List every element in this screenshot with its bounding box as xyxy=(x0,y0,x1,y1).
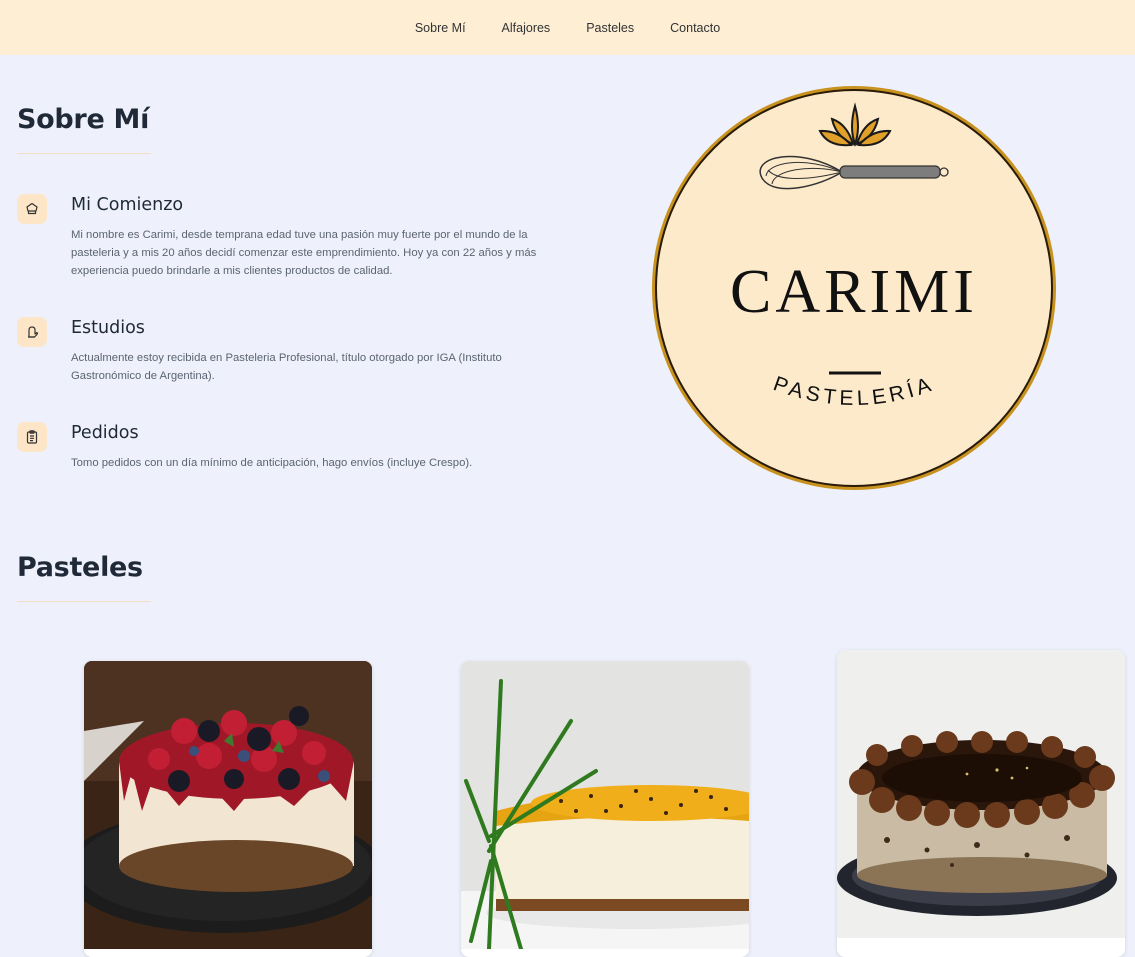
feature-title: Pedidos xyxy=(71,423,139,443)
feature-mi-comienzo: Mi Comienzo Mi nombre es Carimi, desde t… xyxy=(17,194,587,294)
passionfruit-cheesecake-image xyxy=(461,661,749,949)
nav-link-pasteles[interactable]: Pasteles xyxy=(586,21,634,35)
oven-mitt-icon xyxy=(17,317,47,347)
logo-name: CARIMI xyxy=(730,258,978,326)
top-navbar: Sobre Mí Alfajores Pasteles Contacto xyxy=(0,0,1135,55)
cakes-title-underline xyxy=(17,601,151,602)
feature-estudios: Estudios Actualmente estoy recibida en P… xyxy=(17,317,587,397)
nav-link-sobre-mi[interactable]: Sobre Mí xyxy=(415,21,466,35)
feature-pedidos: Pedidos Tomo pedidos con un día mínimo d… xyxy=(17,422,587,482)
feature-description: Actualmente estoy recibida en Pasteleria… xyxy=(71,352,502,382)
about-section-title: Sobre Mí xyxy=(17,104,150,135)
feature-title: Mi Comienzo xyxy=(71,195,184,215)
cake-card[interactable] xyxy=(461,661,749,957)
clipboard-list-icon xyxy=(17,422,47,452)
cake-card[interactable] xyxy=(84,661,372,957)
chocolate-cake-image xyxy=(837,650,1125,938)
feature-title: Estudios xyxy=(71,318,145,338)
cakes-section-title: Pasteles xyxy=(17,552,143,583)
chef-hat-icon xyxy=(17,194,47,224)
carimi-logo: CARIMI PASTELERÍA xyxy=(650,84,1058,492)
berry-cheesecake-image xyxy=(84,661,372,949)
feature-description: Tomo pedidos con un día mínimo de antici… xyxy=(71,457,473,469)
nav-link-contacto[interactable]: Contacto xyxy=(670,21,720,35)
feature-description: Mi nombre es Carimi, desde temprana edad… xyxy=(71,229,537,277)
about-title-underline xyxy=(17,153,151,154)
nav-link-alfajores[interactable]: Alfajores xyxy=(502,21,551,35)
cake-card[interactable] xyxy=(837,650,1125,957)
